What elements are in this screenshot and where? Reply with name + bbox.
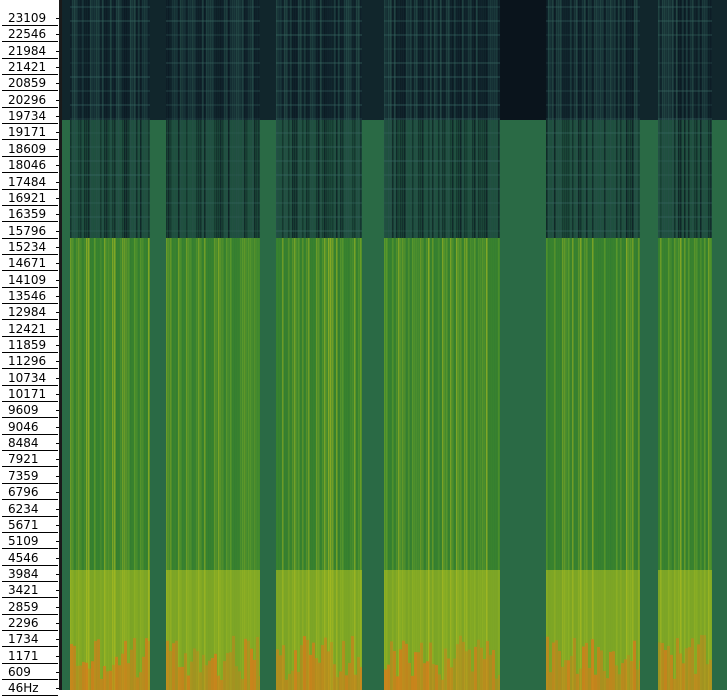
frequency-label: 15234 <box>2 239 58 255</box>
frequency-label: 8484 <box>2 435 58 451</box>
silence-gap <box>640 120 658 690</box>
frequency-label: 16921 <box>2 190 58 206</box>
frequency-label: 11859 <box>2 337 58 353</box>
frequency-label: 7359 <box>2 468 58 484</box>
frequency-label: 22546 <box>2 26 58 42</box>
frequency-label: 2859 <box>2 599 58 615</box>
frequency-label: 5109 <box>2 533 58 549</box>
frequency-label: 9046 <box>2 419 58 435</box>
frequency-label: 6234 <box>2 501 58 517</box>
frequency-label: 21421 <box>2 59 58 75</box>
frequency-label: 16359 <box>2 206 58 222</box>
frequency-label: 23109 <box>2 10 58 26</box>
spectrogram-canvas[interactable] <box>62 0 727 690</box>
frequency-ruler: 23109 22546 21984 21421 20859 20296 19734 19171… <box>0 0 62 696</box>
frequency-label: 13546 <box>2 288 58 304</box>
silence-gap <box>62 120 70 690</box>
frequency-label: 18046 <box>2 157 58 173</box>
frequency-label: 10171 <box>2 386 58 402</box>
frequency-label: 1171 <box>2 648 58 664</box>
frequency-label: 7921 <box>2 451 58 467</box>
spectrogram-image <box>62 0 727 690</box>
frequency-label: 5671 <box>2 517 58 533</box>
frequency-label: 46Hz <box>2 680 58 696</box>
silence-gap-top <box>362 0 384 120</box>
frequency-label: 14109 <box>2 272 58 288</box>
silence-gap-top <box>62 0 70 120</box>
frequency-label: 19734 <box>2 108 58 124</box>
frequency-label: 20296 <box>2 92 58 108</box>
frequency-label: 6796 <box>2 484 58 500</box>
frequency-label: 18609 <box>2 141 58 157</box>
frequency-label: 609 <box>2 664 58 680</box>
frequency-label: 1734 <box>2 631 58 647</box>
silence-gap-top <box>150 0 166 120</box>
frequency-label: 3984 <box>2 566 58 582</box>
frequency-label: 9609 <box>2 402 58 418</box>
frequency-label: 11296 <box>2 353 58 369</box>
spectrogram-window: 23109 22546 21984 21421 20859 20296 19734 19171… <box>0 0 727 696</box>
silence-gap-top <box>712 0 727 120</box>
frequency-label: 2296 <box>2 615 58 631</box>
frequency-label: 3421 <box>2 582 58 598</box>
frequency-label: 17484 <box>2 174 58 190</box>
frequency-label: 4546 <box>2 550 58 566</box>
silence-gap-top <box>640 0 658 120</box>
silence-gap <box>260 120 276 690</box>
frequency-label: 12421 <box>2 321 58 337</box>
frequency-label: 21984 <box>2 43 58 59</box>
frequency-label: 12984 <box>2 304 58 320</box>
frequency-label: 19171 <box>2 124 58 140</box>
frequency-label: 20859 <box>2 75 58 91</box>
silence-gap-top <box>260 0 276 120</box>
silence-gap <box>150 120 166 690</box>
silence-gap <box>500 120 546 690</box>
silence-gap-top <box>500 0 546 120</box>
silence-gap <box>712 120 727 690</box>
frequency-label: 14671 <box>2 255 58 271</box>
frequency-label: 15796 <box>2 223 58 239</box>
frequency-label: 10734 <box>2 370 58 386</box>
silence-gap <box>362 120 384 690</box>
